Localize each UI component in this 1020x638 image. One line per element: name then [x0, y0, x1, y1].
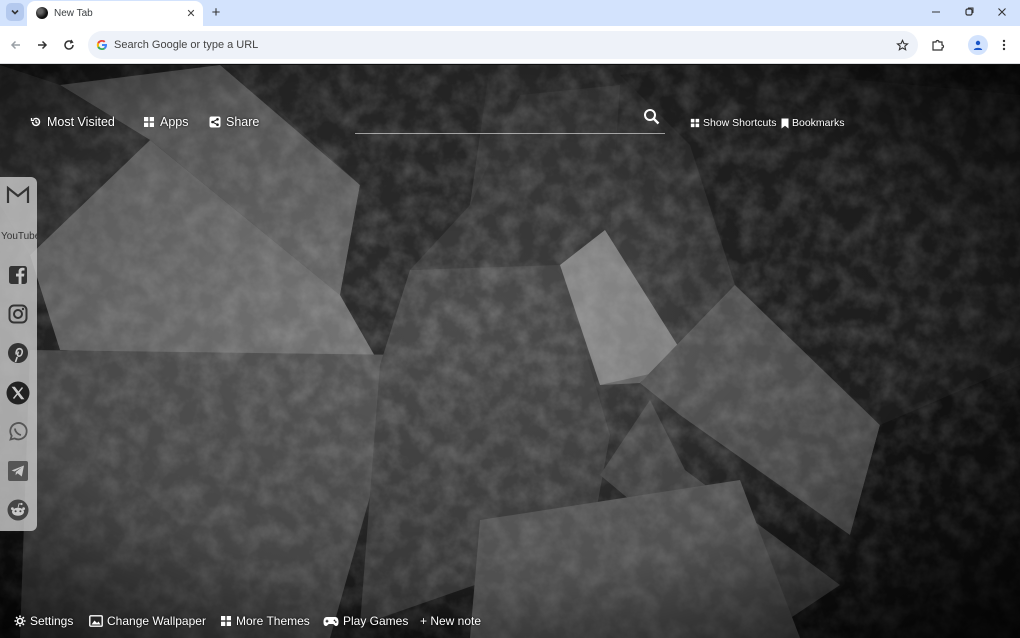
gmail-icon [6, 185, 30, 203]
minimize-button[interactable] [926, 3, 946, 21]
more-themes-link[interactable]: More Themes [220, 613, 310, 629]
tab-close-button[interactable]: ✕ [183, 5, 199, 21]
address-bar[interactable] [88, 31, 918, 59]
social-sidebar: YouTube [0, 177, 37, 531]
whatsapp-link[interactable] [5, 419, 31, 445]
pinterest-icon [8, 343, 28, 363]
whatsapp-icon [9, 422, 28, 441]
svg-text:YouTube: YouTube [1, 231, 37, 242]
change-wallpaper-label: Change Wallpaper [107, 614, 206, 628]
reload-icon [64, 39, 74, 50]
close-icon: ✕ [186, 7, 196, 20]
apps-label: Apps [160, 115, 189, 129]
chevron-down-icon [11, 9, 19, 15]
bookmark-star-button[interactable] [893, 36, 911, 54]
grid-icon [690, 118, 700, 128]
facebook-link[interactable] [5, 262, 31, 288]
share-link[interactable]: Share [209, 113, 259, 131]
reddit-link[interactable] [5, 497, 31, 523]
search-icon [643, 108, 659, 124]
most-visited-label: Most Visited [47, 115, 115, 129]
new-tab-button[interactable]: + [207, 3, 225, 21]
youtube-link[interactable]: YouTube [0, 222, 37, 248]
search-underline [355, 133, 665, 134]
new-note-link[interactable]: + New note [420, 613, 481, 629]
profile-button[interactable] [968, 35, 988, 55]
grid-icon [221, 616, 231, 626]
bookmarks-link[interactable]: Bookmarks [781, 116, 845, 130]
reload-button[interactable] [59, 35, 79, 55]
reddit-icon [7, 499, 29, 521]
telegram-icon [8, 461, 28, 481]
puzzle-icon [932, 39, 945, 51]
grid-icon [144, 117, 154, 127]
show-shortcuts-label: Show Shortcuts [703, 117, 777, 129]
more-themes-label: More Themes [236, 614, 310, 628]
minimize-icon [932, 11, 940, 13]
forward-button[interactable] [32, 35, 52, 55]
play-games-link[interactable]: Play Games [323, 613, 408, 629]
browser-toolbar [0, 26, 1020, 64]
arrow-right-icon [38, 40, 48, 50]
settings-label: Settings [30, 614, 74, 628]
search-button[interactable] [640, 105, 662, 127]
search-input[interactable] [358, 105, 628, 129]
gmail-link[interactable] [5, 182, 31, 208]
new-tab-page: Most Visited Apps Share Show Shortcuts B… [0, 65, 1020, 638]
tab-strip: New Tab ✕ + [0, 0, 1020, 26]
back-button[interactable] [6, 35, 26, 55]
url-input[interactable] [114, 35, 874, 55]
image-icon [89, 615, 103, 627]
more-vert-icon [1002, 39, 1006, 51]
extensions-button[interactable] [928, 35, 948, 55]
menu-button[interactable] [994, 35, 1014, 55]
apps-link[interactable]: Apps [143, 113, 189, 131]
most-visited-link[interactable]: Most Visited [30, 113, 115, 131]
gamepad-icon [323, 616, 339, 626]
gear-icon [14, 615, 26, 627]
x-icon [6, 381, 30, 405]
close-window-button[interactable] [992, 3, 1012, 21]
arrow-left-icon [10, 40, 20, 50]
close-icon [998, 8, 1006, 16]
star-icon [895, 38, 909, 51]
history-icon [30, 117, 41, 127]
wallpaper-image [0, 65, 1020, 638]
restore-button[interactable] [959, 3, 979, 21]
restore-icon [965, 7, 974, 16]
facebook-icon [9, 266, 27, 284]
bookmark-icon [781, 118, 789, 128]
instagram-link[interactable] [5, 301, 31, 327]
tab-favicon-icon [36, 7, 48, 19]
telegram-link[interactable] [5, 458, 31, 484]
x-link[interactable] [5, 380, 31, 406]
share-icon [209, 116, 221, 128]
tab-new-tab[interactable]: New Tab ✕ [27, 1, 203, 26]
show-shortcuts-link[interactable]: Show Shortcuts [690, 116, 777, 130]
change-wallpaper-link[interactable]: Change Wallpaper [89, 613, 206, 629]
tab-title: New Tab [54, 8, 93, 19]
play-games-label: Play Games [343, 614, 409, 628]
settings-link[interactable]: Settings [14, 613, 73, 629]
new-note-label: + New note [420, 614, 482, 628]
tab-search-button[interactable] [6, 3, 24, 21]
pinterest-link[interactable] [5, 340, 31, 366]
youtube-icon: YouTube [1, 231, 37, 242]
instagram-icon [8, 304, 28, 324]
avatar-icon [973, 40, 983, 50]
share-label: Share [226, 115, 260, 129]
google-icon [96, 40, 107, 50]
bookmarks-label: Bookmarks [792, 117, 845, 129]
plus-icon: + [211, 3, 221, 21]
